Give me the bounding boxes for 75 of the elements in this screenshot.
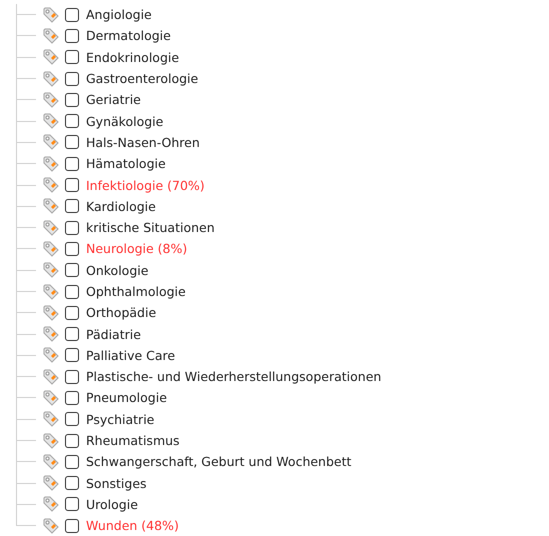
category-label[interactable]: Sonstiges <box>86 476 147 491</box>
category-label[interactable]: Kardiologie <box>86 198 156 214</box>
tag-icon <box>43 390 59 406</box>
tag-icon <box>43 262 59 278</box>
category-label[interactable]: Hämatologie <box>86 156 166 172</box>
category-label[interactable]: Schwangerschaft, Geburt und Wochenbett <box>86 454 352 470</box>
tag-icon <box>43 6 59 23</box>
tag-icon <box>43 411 59 428</box>
checkbox[interactable] <box>65 390 79 405</box>
checkbox[interactable] <box>65 199 79 214</box>
tag-icon <box>43 28 59 44</box>
category-label[interactable]: Hals-Nasen-Ohren <box>86 134 200 150</box>
checkbox[interactable] <box>65 434 79 448</box>
tag-icon <box>43 518 59 534</box>
tag-icon <box>43 134 59 150</box>
checkbox[interactable] <box>65 454 79 469</box>
checkbox[interactable] <box>65 348 79 362</box>
tag-icon <box>43 198 59 214</box>
checkbox[interactable] <box>65 284 79 298</box>
checkbox[interactable] <box>65 178 79 192</box>
tag-icon <box>43 156 59 172</box>
tag-icon <box>43 113 59 130</box>
checkbox[interactable] <box>65 242 79 256</box>
checkbox[interactable] <box>65 220 79 235</box>
category-label[interactable]: Geriatrie <box>86 92 141 108</box>
checkbox[interactable] <box>65 370 79 384</box>
category-label[interactable]: Pädiatrie <box>86 326 141 342</box>
checkbox[interactable] <box>65 497 79 512</box>
tag-icon <box>43 49 59 66</box>
checkbox[interactable] <box>65 50 79 64</box>
checkbox[interactable] <box>65 327 79 342</box>
tag-icon <box>43 304 59 321</box>
tag-icon <box>43 496 59 512</box>
checkbox[interactable] <box>65 412 79 426</box>
tag-icon <box>43 368 59 385</box>
category-label[interactable]: Gastroenterologie <box>86 71 198 86</box>
checkbox[interactable] <box>65 156 79 171</box>
checkbox[interactable] <box>65 306 79 320</box>
category-label[interactable]: Rheumatismus <box>86 433 180 448</box>
category-label[interactable]: Urologie <box>86 496 138 512</box>
checkbox[interactable] <box>65 263 79 278</box>
tag-icon <box>43 454 59 470</box>
tag-icon <box>43 326 59 342</box>
checkbox[interactable] <box>65 518 79 533</box>
checkbox[interactable] <box>65 72 79 86</box>
category-label[interactable]: Pneumologie <box>86 390 167 406</box>
category-label[interactable]: Wunden (48%) <box>86 518 179 534</box>
tag-icon <box>43 284 59 300</box>
category-label[interactable]: Endokrinologie <box>86 50 180 65</box>
checkbox[interactable] <box>65 92 79 107</box>
category-label[interactable]: kritische Situationen <box>86 220 215 236</box>
checkbox[interactable] <box>65 28 79 43</box>
category-label[interactable]: Psychiatrie <box>86 412 154 427</box>
category-label[interactable]: Dermatologie <box>86 28 171 44</box>
checkbox[interactable] <box>65 114 79 128</box>
tag-icon <box>43 92 59 108</box>
tag-icon <box>43 177 59 194</box>
category-label[interactable]: Gynäkologie <box>86 114 164 129</box>
category-label[interactable]: Palliative Care <box>86 348 176 363</box>
tag-icon <box>43 475 59 492</box>
tag-icon <box>43 220 59 236</box>
checkbox[interactable] <box>65 476 79 490</box>
checkbox[interactable] <box>65 8 79 22</box>
category-label[interactable]: Orthopädie <box>86 305 156 320</box>
tag-icon <box>43 240 59 257</box>
checkbox[interactable] <box>65 135 79 150</box>
tag-icon <box>43 70 59 87</box>
category-label[interactable]: Neurologie (8%) <box>86 241 188 256</box>
tag-icon <box>43 432 59 449</box>
category-label[interactable]: Onkologie <box>86 262 148 278</box>
tag-icon <box>43 347 59 364</box>
category-label[interactable]: Infektiologie (70%) <box>86 178 205 193</box>
category-label[interactable]: Angiologie <box>86 7 152 22</box>
category-label[interactable]: Plastische- und Wiederherstellungsoperationen <box>86 369 382 384</box>
category-label[interactable]: Ophthalmologie <box>86 284 186 299</box>
